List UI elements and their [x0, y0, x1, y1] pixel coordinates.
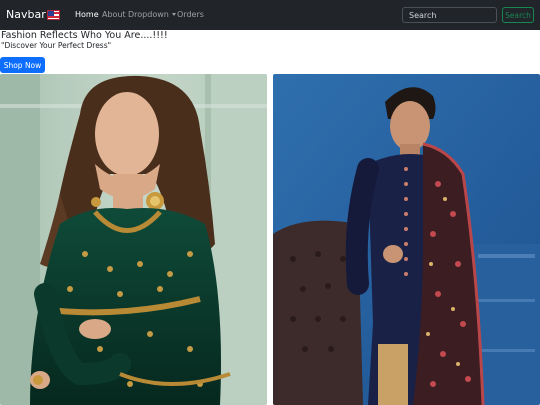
flag-icon [47, 10, 60, 20]
woman-green-dress-image [0, 74, 267, 405]
man-navy-sherwani-image [273, 74, 540, 405]
navbar: Navbar Home About Dropdown Orders Search [0, 0, 540, 30]
search-input[interactable] [402, 7, 497, 23]
shop-now-button[interactable]: Shop Now [0, 57, 45, 73]
product-image-man[interactable] [273, 74, 540, 405]
nav-item-dropdown[interactable]: Dropdown [128, 10, 176, 20]
search-button[interactable]: Search [502, 7, 534, 23]
product-image-woman[interactable] [0, 74, 267, 405]
nav-item-orders[interactable]: Orders [177, 10, 204, 20]
nav-item-about[interactable]: About [102, 10, 126, 20]
nav-item-home[interactable]: Home [75, 10, 99, 20]
navbar-brand[interactable]: Navbar [6, 8, 46, 22]
chevron-down-icon [171, 13, 176, 16]
hero-subline: "Discover Your Perfect Dress" [1, 41, 112, 50]
nav-item-dropdown-label: Dropdown [128, 10, 169, 19]
